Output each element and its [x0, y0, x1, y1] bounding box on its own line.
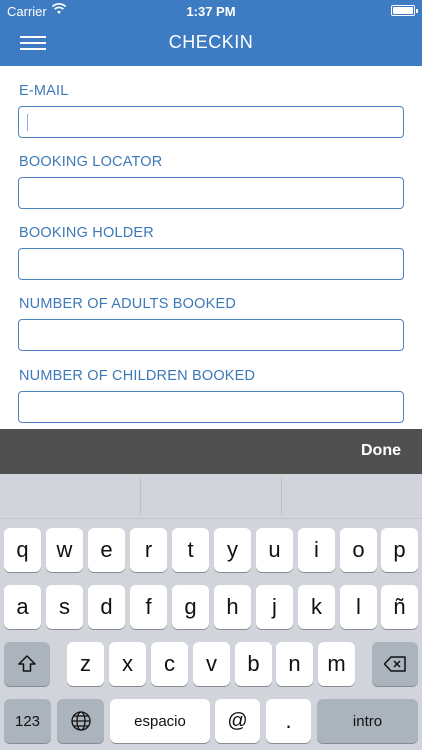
dot-key[interactable]: .	[266, 699, 311, 743]
children-booked-label: NUMBER OF CHILDREN BOOKED	[19, 368, 256, 384]
booking-holder-field[interactable]	[18, 248, 404, 280]
key-r[interactable]: r	[130, 528, 167, 572]
key-w[interactable]: w	[46, 528, 83, 572]
key-n-tilde[interactable]: ñ	[381, 585, 418, 629]
key-h[interactable]: h	[214, 585, 251, 629]
space-key[interactable]: espacio	[110, 699, 210, 743]
key-v[interactable]: v	[193, 642, 230, 686]
page-title: CHECKIN	[168, 32, 254, 52]
globe-icon	[70, 711, 91, 731]
text-caret	[27, 114, 28, 131]
key-d[interactable]: d	[88, 585, 125, 629]
shift-key[interactable]	[4, 642, 50, 686]
key-y[interactable]: y	[214, 528, 251, 572]
done-button[interactable]: Done	[361, 442, 401, 460]
key-c[interactable]: c	[151, 642, 188, 686]
keyboard: q w e r t y u i o p a s d f g h j k l ñ …	[0, 474, 422, 750]
key-x[interactable]: x	[109, 642, 146, 686]
key-z[interactable]: z	[67, 642, 104, 686]
key-e[interactable]: e	[88, 528, 125, 572]
key-b[interactable]: b	[235, 642, 272, 686]
predictive-bar	[0, 474, 422, 519]
status-time: 1:37 PM	[186, 4, 236, 19]
children-booked-field[interactable]	[18, 391, 404, 423]
key-j[interactable]: j	[256, 585, 293, 629]
numbers-key[interactable]: 123	[4, 699, 51, 743]
key-n[interactable]: n	[276, 642, 313, 686]
key-i[interactable]: i	[298, 528, 335, 572]
key-p[interactable]: p	[381, 528, 418, 572]
battery-icon	[391, 5, 418, 16]
status-bar: Carrier 1:37 PM	[0, 0, 422, 22]
key-u[interactable]: u	[256, 528, 293, 572]
navigation-bar: Carrier 1:37 PM CHECKIN	[0, 0, 422, 66]
key-o[interactable]: o	[340, 528, 377, 572]
key-q[interactable]: q	[4, 528, 41, 572]
key-k[interactable]: k	[298, 585, 335, 629]
keyboard-accessory-bar: Done	[0, 429, 422, 474]
backspace-icon	[383, 656, 406, 672]
booking-locator-field[interactable]	[18, 177, 404, 209]
globe-key[interactable]	[57, 699, 104, 743]
key-l[interactable]: l	[340, 585, 377, 629]
email-label: E-MAIL	[19, 83, 69, 99]
shift-icon	[18, 655, 36, 672]
booking-holder-label: BOOKING HOLDER	[19, 225, 154, 241]
key-a[interactable]: a	[4, 585, 41, 629]
key-f[interactable]: f	[130, 585, 167, 629]
key-t[interactable]: t	[172, 528, 209, 572]
adults-booked-label: NUMBER OF ADULTS BOOKED	[19, 296, 237, 312]
delete-key[interactable]	[372, 642, 418, 686]
return-key[interactable]: intro	[317, 699, 418, 743]
checkin-form: E-MAIL BOOKING LOCATOR BOOKING HOLDER NU…	[0, 66, 422, 429]
at-key[interactable]: @	[215, 699, 260, 743]
key-g[interactable]: g	[172, 585, 209, 629]
booking-locator-label: BOOKING LOCATOR	[19, 154, 163, 170]
adults-booked-field[interactable]	[18, 319, 404, 351]
key-s[interactable]: s	[46, 585, 83, 629]
key-m[interactable]: m	[318, 642, 355, 686]
email-field[interactable]	[18, 106, 404, 138]
